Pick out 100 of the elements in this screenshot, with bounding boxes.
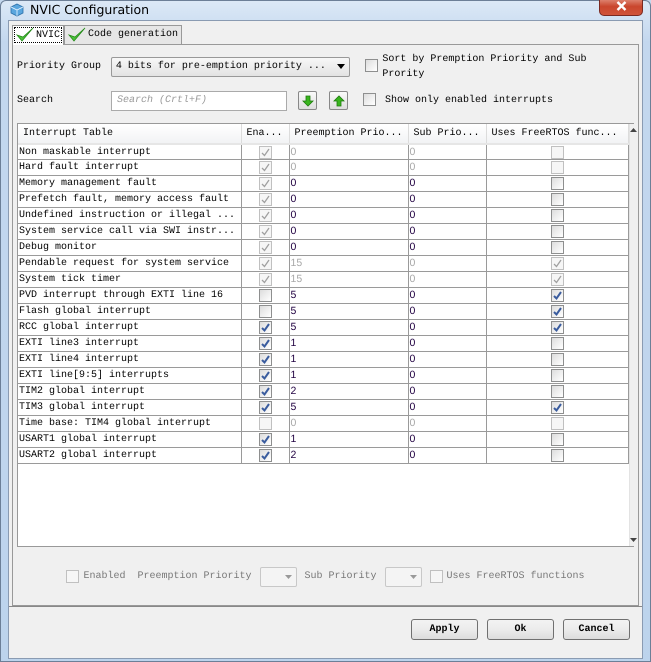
preemption-priority-label: Preemption Priority bbox=[137, 570, 252, 584]
table-cell: 0 bbox=[289, 224, 408, 240]
enable-checkbox[interactable] bbox=[258, 353, 272, 366]
table-cell: Undefined instruction or illegal ... bbox=[18, 208, 241, 224]
enable-checkbox[interactable] bbox=[258, 289, 272, 302]
freertos-checkbox[interactable] bbox=[550, 305, 564, 318]
sub-priority-label: Sub Priority bbox=[304, 570, 377, 584]
table-cell: 2 bbox=[289, 384, 408, 400]
sort-checkbox[interactable] bbox=[365, 59, 378, 72]
up-arrow-icon bbox=[332, 94, 344, 107]
table-cell: Non maskable interrupt bbox=[18, 144, 241, 160]
caret-icon bbox=[284, 574, 292, 579]
column-header[interactable]: Sub Prio... bbox=[408, 124, 486, 144]
table-cell: Pendable request for system service bbox=[18, 256, 241, 272]
table-cell: EXTI line3 interrupt bbox=[18, 336, 241, 352]
freertos-checkbox[interactable] bbox=[550, 385, 564, 398]
table-cell: RCC global interrupt bbox=[18, 320, 241, 336]
freertos-checkbox[interactable] bbox=[550, 209, 564, 222]
search-next-button[interactable] bbox=[298, 91, 317, 110]
freertos-checkbox[interactable] bbox=[550, 193, 564, 206]
enable-checkbox[interactable] bbox=[258, 401, 272, 414]
dialog-button[interactable]: Cancel bbox=[563, 618, 630, 640]
table-cell: 0 bbox=[408, 320, 486, 336]
column-header[interactable]: Interrupt Table bbox=[18, 124, 241, 144]
table-cell: 0 bbox=[289, 192, 408, 208]
table-cell: 0 bbox=[408, 368, 486, 384]
table-cell: 5 bbox=[289, 304, 408, 320]
freertos-checkbox[interactable] bbox=[550, 321, 564, 334]
table-cell: 15 bbox=[289, 272, 408, 288]
window-title: NVIC Configuration bbox=[30, 1, 150, 19]
table-cell: 0 bbox=[408, 256, 486, 272]
table-cell: 0 bbox=[408, 288, 486, 304]
table-cell: 0 bbox=[408, 416, 486, 432]
enable-checkbox[interactable] bbox=[258, 321, 272, 334]
column-header[interactable]: Ena... bbox=[241, 124, 289, 144]
priority-group-dropdown[interactable]: 4 bits for pre-emption priority ... bbox=[110, 56, 350, 77]
close-button[interactable] bbox=[599, 0, 643, 16]
show-enabled-checkbox[interactable] bbox=[363, 93, 376, 106]
table-cell: EXTI line[9:5] interrupts bbox=[18, 368, 241, 384]
dialog-button[interactable]: Ok bbox=[487, 618, 554, 640]
table-cell: Debug monitor bbox=[18, 240, 241, 256]
table-cell: 0 bbox=[408, 336, 486, 352]
table-cell: 0 bbox=[289, 416, 408, 432]
enable-checkbox[interactable] bbox=[258, 433, 272, 446]
tab[interactable]: NVIC bbox=[12, 24, 64, 45]
freertos-checkbox[interactable] bbox=[550, 177, 564, 190]
enable-checkbox[interactable] bbox=[258, 385, 272, 398]
table-cell: 0 bbox=[408, 160, 486, 176]
table-cell: USART2 global interrupt bbox=[18, 448, 241, 464]
caret-icon bbox=[337, 64, 346, 70]
table-cell: PVD interrupt through EXTI line 16 bbox=[18, 288, 241, 304]
table-cell: 0 bbox=[408, 432, 486, 448]
freertos-checkbox[interactable] bbox=[550, 225, 564, 238]
table-cell: 1 bbox=[289, 432, 408, 448]
search-field[interactable]: Search (Crtl+F) bbox=[111, 90, 287, 111]
table-cell: 15 bbox=[289, 256, 408, 272]
table-cell: 0 bbox=[408, 304, 486, 320]
table-cell: 0 bbox=[408, 384, 486, 400]
enable-checkbox[interactable] bbox=[258, 449, 272, 462]
table-cell: 0 bbox=[289, 144, 408, 160]
table-cell: Flash global interrupt bbox=[18, 304, 241, 320]
table-cell: 1 bbox=[289, 352, 408, 368]
scroll-up-icon[interactable] bbox=[630, 128, 636, 132]
enabled-label: Enabled bbox=[83, 570, 126, 584]
column-header[interactable]: Preemption Prio... bbox=[289, 124, 408, 144]
table-cell: 0 bbox=[408, 192, 486, 208]
search-previous-button[interactable] bbox=[329, 91, 348, 110]
table-cell: 0 bbox=[408, 144, 486, 160]
enable-checkbox[interactable] bbox=[258, 369, 272, 382]
freertos-checkbox[interactable] bbox=[550, 241, 564, 254]
table-cell: 0 bbox=[408, 240, 486, 256]
table-cell: 0 bbox=[408, 448, 486, 464]
enable-checkbox[interactable] bbox=[258, 337, 272, 350]
table-cell: TIM2 global interrupt bbox=[18, 384, 241, 400]
column-header[interactable]: Uses FreeRTOS func... bbox=[486, 124, 628, 144]
dialog-button[interactable]: Apply bbox=[411, 618, 478, 640]
freertos-checkbox[interactable] bbox=[550, 289, 564, 302]
freertos-checkbox[interactable] bbox=[550, 337, 564, 350]
table-cell: 1 bbox=[289, 336, 408, 352]
enable-checkbox[interactable] bbox=[258, 305, 272, 318]
table-cell: 5 bbox=[289, 320, 408, 336]
table-cell: 0 bbox=[289, 160, 408, 176]
scroll-down-icon[interactable] bbox=[630, 538, 636, 542]
table-cell: TIM3 global interrupt bbox=[18, 400, 241, 416]
table-cell: 0 bbox=[408, 352, 486, 368]
priority-group-label: Priority Group bbox=[17, 60, 102, 74]
table-cell: System tick timer bbox=[18, 272, 241, 288]
table-cell: Prefetch fault, memory access fault bbox=[18, 192, 241, 208]
table-cell: 5 bbox=[289, 400, 408, 416]
show-enabled-label: Show only enabled interrupts bbox=[385, 94, 554, 108]
table-cell: 0 bbox=[408, 400, 486, 416]
freertos-checkbox[interactable] bbox=[550, 433, 564, 446]
freertos-checkbox[interactable] bbox=[550, 369, 564, 382]
freertos-checkbox[interactable] bbox=[550, 401, 564, 414]
table-cell: 0 bbox=[289, 176, 408, 192]
freertos-checkbox[interactable] bbox=[550, 449, 564, 462]
table-cell: 5 bbox=[289, 288, 408, 304]
tab[interactable]: Code generation bbox=[64, 24, 182, 44]
freertos-checkbox[interactable] bbox=[550, 353, 564, 366]
scrollbar[interactable] bbox=[628, 124, 636, 546]
